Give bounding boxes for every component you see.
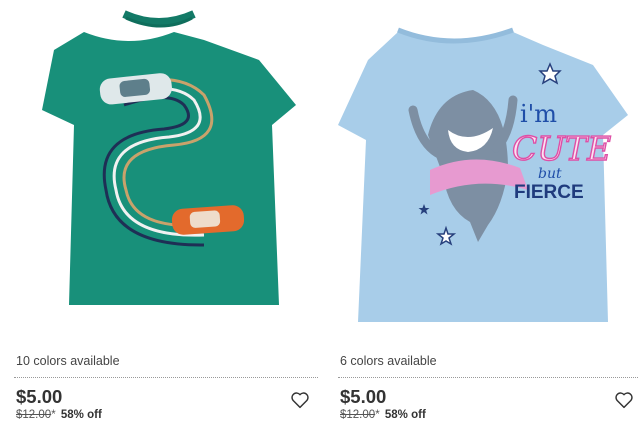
shark-tee-illustration: i'm CUTE but FIERCE: [338, 27, 628, 322]
product-card[interactable]: i'm CUTE but FIERCE 6 colors available $…: [338, 0, 638, 428]
race-car-tee-illustration: [42, 10, 296, 305]
graphic-text-im: i'm: [520, 100, 557, 128]
graphic-text-but: but: [538, 166, 562, 182]
price-details: $12.00* 58% off: [16, 409, 102, 421]
price-asterisk: *: [51, 409, 56, 421]
original-price: $12.00: [340, 409, 376, 421]
product-image[interactable]: i'm CUTE but FIERCE: [338, 0, 638, 345]
graphic-text-cute: CUTE: [512, 129, 611, 168]
divider: [338, 377, 638, 378]
orange-race-car-graphic: [171, 205, 245, 235]
heart-outline-icon[interactable]: [614, 391, 634, 409]
divider: [14, 377, 318, 378]
product-image[interactable]: [14, 0, 318, 345]
product-card[interactable]: 10 colors available $5.00 $12.00* 58% of…: [14, 0, 318, 428]
heart-outline-icon[interactable]: [290, 391, 310, 409]
discount-label: 58% off: [384, 409, 426, 421]
original-price: $12.00: [16, 409, 52, 421]
discount-label: 58% off: [60, 409, 102, 421]
graphic-text-fierce: FIERCE: [514, 182, 584, 203]
sale-price: $5.00: [340, 386, 387, 407]
price-asterisk: *: [375, 409, 380, 421]
sale-price: $5.00: [16, 386, 63, 407]
price-details: $12.00* 58% off: [340, 409, 426, 421]
colors-available: 10 colors available: [16, 354, 120, 368]
colors-available: 6 colors available: [340, 354, 437, 368]
